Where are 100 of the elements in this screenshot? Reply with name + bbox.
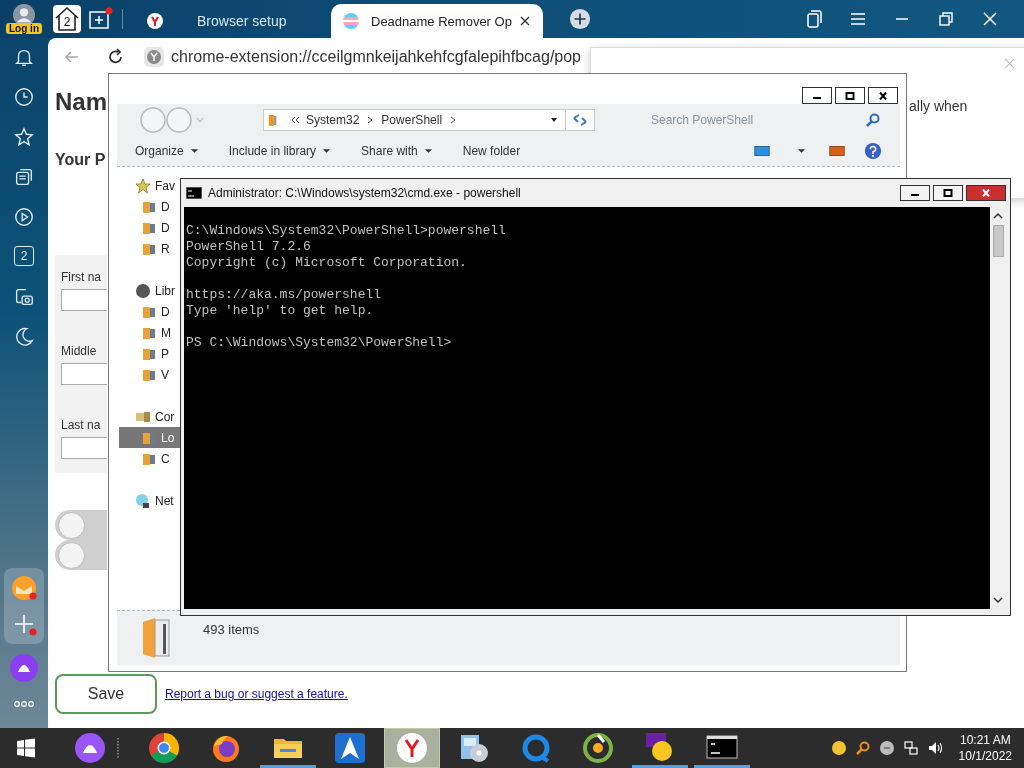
nav-item[interactable]: D xyxy=(119,217,181,238)
house-icon xyxy=(54,6,80,32)
minimize-button[interactable] xyxy=(802,87,832,104)
minimize-button[interactable] xyxy=(900,185,930,201)
maximize-button[interactable] xyxy=(835,87,865,104)
restore-icon[interactable] xyxy=(936,9,956,29)
save-button[interactable]: Save xyxy=(55,674,157,714)
mail-icon[interactable] xyxy=(10,574,38,602)
close-icon xyxy=(981,189,991,197)
double-chevron-icon xyxy=(290,115,300,125)
fork-logo-icon xyxy=(396,732,428,764)
nav-item[interactable]: P xyxy=(119,343,181,364)
arrow-app-icon xyxy=(334,732,366,764)
input-field[interactable] xyxy=(61,363,107,385)
toggle-switch[interactable] xyxy=(55,540,107,570)
caret-icon xyxy=(322,148,332,154)
more-icon[interactable] xyxy=(13,700,35,708)
home-button[interactable]: 2 xyxy=(53,5,81,33)
browser-tab[interactable]: Deadname Remover Op xyxy=(331,4,543,38)
help-icon[interactable] xyxy=(864,142,882,160)
clock-icon[interactable] xyxy=(13,86,35,108)
nav-item[interactable]: Net xyxy=(119,490,181,511)
maximize-button[interactable] xyxy=(933,185,963,201)
start-icon[interactable] xyxy=(16,738,36,758)
window-title: Administrator: C:\Windows\system32\cmd.exe - powershell xyxy=(208,186,521,200)
path-segment[interactable]: System32 xyxy=(306,113,360,127)
bookmarks-icon[interactable] xyxy=(804,9,824,29)
console-line: PowerShell 7.2.6 xyxy=(186,239,312,255)
scroll-down-icon[interactable] xyxy=(993,596,1003,604)
nav-item[interactable]: Fav xyxy=(119,175,181,196)
nav-item[interactable]: R xyxy=(119,238,181,259)
play-icon[interactable] xyxy=(13,206,35,228)
toggle-switch[interactable] xyxy=(55,510,107,540)
nav-item[interactable]: M xyxy=(119,322,181,343)
magnifier-icon[interactable] xyxy=(854,740,871,756)
nav-item[interactable]: D xyxy=(119,301,181,322)
browser-tab[interactable]: Browser setup xyxy=(135,4,325,38)
search-field[interactable]: Search PowerShell xyxy=(647,113,865,127)
address-text[interactable]: chrome-extension://cceilgmnkeijahkehfcgfalepihfbcag/pop xyxy=(171,47,581,66)
site-icon[interactable] xyxy=(144,46,164,67)
section-heading: Your P xyxy=(55,150,106,170)
star-icon xyxy=(135,177,151,194)
network-icon[interactable] xyxy=(902,740,919,756)
close-icon xyxy=(878,91,888,100)
folder-icon xyxy=(268,112,278,128)
nav-item[interactable]: D xyxy=(119,196,181,217)
close-icon[interactable] xyxy=(519,15,531,27)
input-field[interactable] xyxy=(61,289,107,311)
swirl-icon xyxy=(582,732,614,764)
console-line: Type 'help' to get help. xyxy=(186,303,375,319)
address-bar[interactable]: System32 PowerShell xyxy=(263,109,595,131)
tab-count-badge[interactable]: 2 xyxy=(14,246,34,266)
console-line: C:\Windows\System32\PowerShell>powershell xyxy=(186,223,507,239)
nav-item[interactable]: Lo xyxy=(119,427,181,448)
maximize-icon xyxy=(943,189,953,197)
console-icon xyxy=(186,187,202,199)
taskbar-grip[interactable] xyxy=(116,736,120,760)
report-link[interactable]: Report a bug or suggest a feature. xyxy=(165,687,348,701)
field-label: Middle xyxy=(61,343,98,359)
new-tab-icon[interactable] xyxy=(88,7,114,31)
login-badge[interactable]: Log in xyxy=(6,23,42,34)
striped-flag-icon xyxy=(343,13,359,29)
toolbar-button[interactable]: Include in library xyxy=(228,144,332,158)
assistant-icon xyxy=(74,732,106,764)
toolbar-button[interactable]: Organize xyxy=(135,144,199,158)
nav-item[interactable]: V xyxy=(119,364,181,385)
cards-icon[interactable] xyxy=(13,166,35,188)
speaker-icon[interactable] xyxy=(926,740,943,756)
clock-time: 10:21 AM xyxy=(959,732,1011,748)
globe-icon xyxy=(135,492,151,509)
caret-icon[interactable] xyxy=(797,148,806,154)
taskbar-clock[interactable]: 10:21 AM 10/1/2022 xyxy=(950,732,1024,764)
fork-logo-icon xyxy=(147,13,163,29)
nav-item[interactable]: Cor xyxy=(119,406,181,427)
clock-date: 10/1/2022 xyxy=(958,748,1012,764)
plus-icon[interactable] xyxy=(569,8,591,30)
input-field[interactable] xyxy=(61,437,107,459)
popup-text: ally when xyxy=(909,98,968,114)
star-icon[interactable] xyxy=(13,126,35,148)
path-segment[interactable]: PowerShell xyxy=(381,113,443,127)
console-line: Copyright (c) Microsoft Corporation. xyxy=(186,255,468,271)
scroll-up-icon[interactable] xyxy=(993,212,1003,220)
browser-wheel-icon xyxy=(148,732,180,764)
scroll-thumb[interactable] xyxy=(992,225,1004,257)
nav-item[interactable]: Libr xyxy=(119,280,181,301)
assistant-icon[interactable] xyxy=(10,654,38,682)
toolbar-button[interactable]: New folder xyxy=(462,144,521,158)
item-count: 493 items xyxy=(203,621,260,637)
close-button[interactable] xyxy=(966,185,1006,201)
close-button[interactable] xyxy=(868,87,898,104)
maximize-icon xyxy=(845,91,855,100)
camera-icon[interactable] xyxy=(13,286,35,308)
page-heading: Nam xyxy=(55,88,108,116)
field-label: First na xyxy=(61,269,102,285)
ring-icon xyxy=(520,732,552,764)
nav-item[interactable]: C xyxy=(119,448,181,469)
console-line: https://aka.ms/powershell xyxy=(186,287,383,303)
toolbar-button[interactable]: Share with xyxy=(361,144,433,158)
caret-icon xyxy=(423,148,433,154)
moon-icon[interactable] xyxy=(13,326,35,348)
